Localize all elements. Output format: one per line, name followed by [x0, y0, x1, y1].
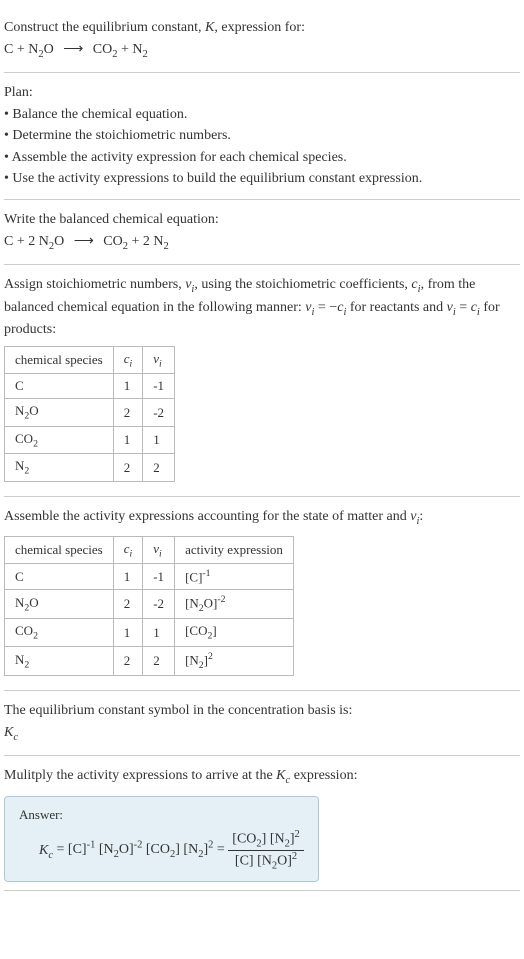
th-vi: νi [143, 536, 175, 564]
cell-c: 2 [113, 590, 143, 619]
cell-species: N2O [5, 399, 114, 427]
cell-species: CO2 [5, 619, 114, 647]
cell-expr: [N2O]-2 [175, 590, 294, 619]
answer-label: Answer: [19, 807, 304, 823]
cell-v: -2 [143, 399, 175, 427]
cell-v: -1 [143, 564, 175, 590]
cell-v: 2 [143, 454, 175, 482]
plan-item-3: • Assemble the activity expression for e… [4, 148, 520, 168]
activity-section: Assemble the activity expressions accoun… [4, 497, 520, 691]
stoich-section: Assign stoichiometric numbers, νi, using… [4, 265, 520, 497]
table-row: CO211[CO2] [5, 619, 294, 647]
cell-species: C [5, 374, 114, 399]
cell-species: N2 [5, 646, 114, 675]
cell-v: 2 [143, 646, 175, 675]
th-ci: ci [113, 346, 143, 374]
cell-v: -1 [143, 374, 175, 399]
table-header-row: chemical species ci νi [5, 346, 175, 374]
cell-c: 2 [113, 399, 143, 427]
symbol-section: The equilibrium constant symbol in the c… [4, 691, 520, 756]
balanced-equation: C + 2 N2O ⟶ CO2 + 2 N2 [4, 232, 520, 254]
cell-expr: [CO2] [175, 619, 294, 647]
plan-item-4-text: Use the activity expressions to build th… [12, 171, 422, 186]
plan-section: Plan: • Balance the chemical equation. •… [4, 73, 520, 200]
table-row: N2O2-2 [5, 399, 175, 427]
header-section: Construct the equilibrium constant, K, e… [4, 8, 520, 73]
cell-v: 1 [143, 619, 175, 647]
result-section: Mulitply the activity expressions to arr… [4, 756, 520, 891]
cell-c: 1 [113, 619, 143, 647]
table-row: CO211 [5, 426, 175, 454]
cell-c: 1 [113, 374, 143, 399]
table-row: C1-1[C]-1 [5, 564, 294, 590]
plan-title: Plan: [4, 83, 520, 103]
th-ci: ci [113, 536, 143, 564]
cell-c: 1 [113, 564, 143, 590]
result-text: Mulitply the activity expressions to arr… [4, 766, 520, 788]
answer-box: Answer: Kc = [C]-1 [N2O]-2 [CO2] [N2]2 =… [4, 796, 319, 882]
symbol-kc: Kc [4, 723, 520, 745]
plan-item-3-text: Assemble the activity expression for eac… [12, 150, 347, 165]
th-expr: activity expression [175, 536, 294, 564]
cell-species: C [5, 564, 114, 590]
stoich-table: chemical species ci νi C1-1 N2O2-2 CO211… [4, 346, 175, 482]
plan-item-4: • Use the activity expressions to build … [4, 169, 520, 189]
cell-expr: [C]-1 [175, 564, 294, 590]
answer-equation: Kc = [C]-1 [N2O]-2 [CO2] [N2]2 = [CO2] [… [39, 829, 304, 871]
cell-v: 1 [143, 426, 175, 454]
th-vi: νi [143, 346, 175, 374]
cell-species: N2 [5, 454, 114, 482]
cell-c: 2 [113, 454, 143, 482]
cell-c: 2 [113, 646, 143, 675]
plan-item-1: • Balance the chemical equation. [4, 105, 520, 125]
prompt-line: Construct the equilibrium constant, K, e… [4, 18, 520, 38]
table-row: C1-1 [5, 374, 175, 399]
cell-v: -2 [143, 590, 175, 619]
balanced-section: Write the balanced chemical equation: C … [4, 200, 520, 265]
cell-expr: [N2]2 [175, 646, 294, 675]
table-header-row: chemical species ci νi activity expressi… [5, 536, 294, 564]
table-row: N222 [5, 454, 175, 482]
activity-text: Assemble the activity expressions accoun… [4, 507, 520, 529]
cell-species: CO2 [5, 426, 114, 454]
balanced-title: Write the balanced chemical equation: [4, 210, 520, 230]
cell-species: N2O [5, 590, 114, 619]
plan-item-2: • Determine the stoichiometric numbers. [4, 126, 520, 146]
table-row: N222[N2]2 [5, 646, 294, 675]
symbol-text: The equilibrium constant symbol in the c… [4, 701, 520, 721]
cell-c: 1 [113, 426, 143, 454]
plan-item-1-text: Balance the chemical equation. [12, 107, 187, 122]
unbalanced-equation: C + N2O ⟶ CO2 + N2 [4, 40, 520, 62]
stoich-text: Assign stoichiometric numbers, νi, using… [4, 275, 520, 340]
th-species: chemical species [5, 346, 114, 374]
table-row: N2O2-2[N2O]-2 [5, 590, 294, 619]
th-species: chemical species [5, 536, 114, 564]
plan-item-2-text: Determine the stoichiometric numbers. [12, 128, 231, 143]
activity-table: chemical species ci νi activity expressi… [4, 536, 294, 676]
